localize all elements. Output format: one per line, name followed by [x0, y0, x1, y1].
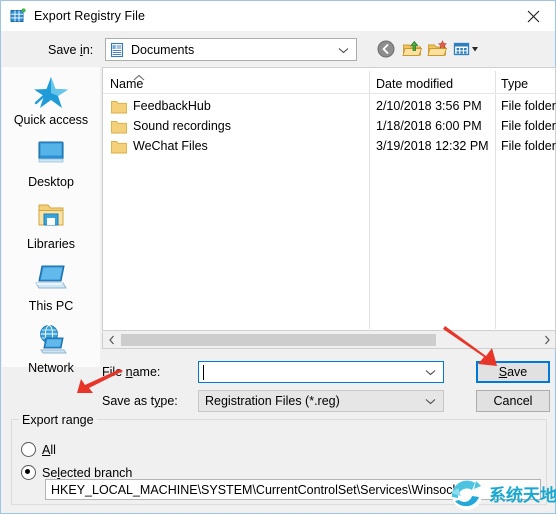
scroll-right-icon[interactable]	[538, 332, 555, 348]
file-name-label: File name:	[102, 365, 161, 379]
up-one-level-button[interactable]	[402, 39, 424, 61]
radio-label: Selected branch	[42, 465, 133, 480]
scroll-left-icon[interactable]	[103, 332, 120, 348]
cell-type: File folder	[501, 119, 556, 133]
cell-type: File folder	[501, 99, 556, 113]
radio-export-all[interactable]: All	[21, 442, 56, 457]
sidebar-item-label: Network	[28, 361, 74, 375]
monitor-icon	[28, 135, 74, 173]
column-header-name[interactable]: Name	[110, 77, 143, 91]
header-divider	[103, 93, 555, 94]
sort-ascending-icon	[132, 69, 146, 81]
new-folder-button[interactable]	[427, 39, 449, 61]
star-icon	[28, 73, 74, 111]
table-row[interactable]: Sound recordings 1/18/2018 6:00 PM File …	[103, 117, 556, 137]
cell-name: Sound recordings	[133, 119, 231, 133]
sidebar-item-label: Quick access	[13, 113, 89, 127]
back-button[interactable]	[376, 39, 398, 61]
table-row[interactable]: FeedbackHub 2/10/2018 3:56 PM File folde…	[103, 97, 556, 117]
network-globe-icon	[28, 321, 74, 359]
sidebar-item-desktop[interactable]: Desktop	[2, 135, 100, 189]
save-button[interactable]: Save	[476, 361, 550, 383]
save-as-type-label: Save as type:	[102, 394, 178, 408]
cell-date-modified: 1/18/2018 6:00 PM	[376, 119, 482, 133]
save-as-type-value: Registration Files (*.reg)	[205, 394, 340, 408]
sidebar-item-label: Desktop	[28, 175, 74, 189]
radio-label: All	[42, 442, 56, 457]
registry-editor-icon	[10, 8, 26, 24]
scrollbar-thumb[interactable]	[121, 334, 436, 346]
sidebar-item-libraries[interactable]: Libraries	[2, 197, 100, 251]
column-header-date-modified[interactable]: Date modified	[376, 77, 453, 91]
cell-date-modified: 2/10/2018 3:56 PM	[376, 99, 482, 113]
save-in-combobox[interactable]: Documents	[105, 38, 357, 61]
radio-selected-branch[interactable]: Selected branch	[21, 465, 132, 480]
cell-type: File folder	[501, 139, 556, 153]
libraries-folder-icon	[28, 197, 74, 235]
window-title: Export Registry File	[34, 9, 146, 23]
chevron-down-icon[interactable]	[425, 363, 436, 381]
cell-name: WeChat Files	[133, 139, 208, 153]
save-in-value: Documents	[131, 42, 195, 57]
sidebar-item-quick-access[interactable]: Quick access	[2, 73, 100, 127]
sidebar-item-label: This PC	[28, 299, 74, 313]
folder-icon	[111, 140, 127, 154]
sidebar-item-label: Libraries	[27, 237, 75, 251]
text-cursor	[203, 365, 204, 380]
documents-folder-icon	[109, 42, 125, 58]
chevron-down-icon	[338, 41, 349, 59]
radio-icon	[21, 465, 36, 480]
export-range-title: Export range	[19, 413, 97, 427]
sidebar-item-this-pc[interactable]: This PC	[2, 259, 100, 313]
computer-icon	[28, 259, 74, 297]
folder-icon	[111, 100, 127, 114]
cancel-button[interactable]: Cancel	[476, 390, 550, 412]
watermark: 系统天地	[445, 473, 556, 514]
save-as-type-select[interactable]: Registration Files (*.reg)	[198, 390, 444, 412]
places-bar: Quick access Desktop Libraries This PC N…	[2, 67, 100, 375]
chevron-down-icon[interactable]	[425, 392, 436, 410]
radio-icon	[21, 442, 36, 457]
close-icon[interactable]	[511, 1, 555, 31]
save-in-label: Save in:	[48, 43, 94, 57]
registry-path-value: HKEY_LOCAL_MACHINE\SYSTEM\CurrentControl…	[51, 482, 459, 497]
folder-icon	[111, 120, 127, 134]
export-registry-file-dialog: Export Registry File Save in: Documents	[0, 0, 556, 514]
cell-date-modified: 3/19/2018 12:32 PM	[376, 139, 489, 153]
cell-name: FeedbackHub	[133, 99, 211, 113]
table-row[interactable]: WeChat Files 3/19/2018 12:32 PM File fol…	[103, 137, 556, 157]
views-button[interactable]	[453, 39, 478, 61]
sidebar-item-network[interactable]: Network	[2, 321, 100, 375]
title-bar: Export Registry File	[1, 1, 555, 31]
column-header-type[interactable]: Type	[501, 77, 528, 91]
horizontal-scrollbar[interactable]	[102, 332, 556, 349]
file-name-input[interactable]	[198, 361, 444, 383]
watermark-text: 系统天地	[489, 485, 556, 506]
